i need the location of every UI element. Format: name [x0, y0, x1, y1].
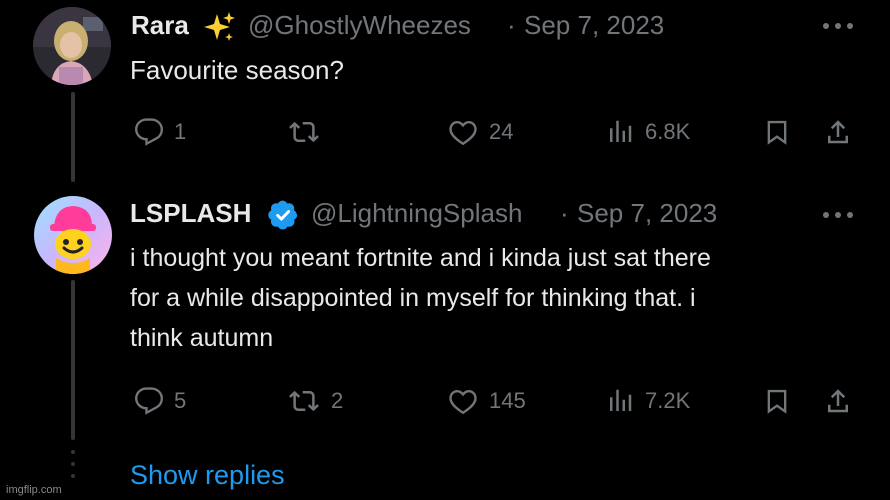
more-icon[interactable] [823, 21, 857, 31]
like-count: 145 [489, 388, 526, 413]
meta-separator: · [507, 10, 516, 40]
reply-count: 1 [174, 119, 187, 144]
views-icon [610, 120, 632, 142]
share-icon [828, 389, 848, 413]
like-icon [449, 120, 477, 146]
share-button[interactable] [823, 386, 853, 416]
reply-button[interactable]: 5 [134, 386, 186, 416]
views-count: 7.2K [645, 388, 691, 413]
avatar[interactable] [34, 196, 112, 274]
thread-ellipsis-dot [71, 450, 75, 454]
retweet-button[interactable]: 2 [287, 386, 343, 416]
verified-badge-icon [267, 199, 299, 231]
retweet-button[interactable] [287, 117, 331, 147]
retweet-icon [289, 390, 319, 412]
avatar[interactable] [33, 7, 111, 85]
bookmark-icon [767, 389, 787, 414]
meta-separator: · [560, 198, 569, 228]
thread-ellipsis-dot [71, 474, 75, 478]
reply-icon [135, 387, 164, 415]
more-icon[interactable] [823, 210, 857, 220]
like-count: 24 [489, 119, 514, 144]
thread-ellipsis-dot [71, 462, 75, 466]
views-button[interactable]: 7.2K [605, 386, 690, 416]
bookmark-button[interactable] [763, 117, 791, 147]
reply-count: 5 [174, 388, 187, 413]
tweet-text: Favourite season? [130, 55, 344, 85]
watermark: imgflip.com [6, 484, 62, 496]
retweet-count: 2 [331, 388, 344, 413]
like-icon [449, 389, 477, 415]
thread-connector [71, 280, 75, 440]
views-icon [610, 389, 632, 411]
show-replies-link[interactable]: Show replies [130, 460, 285, 491]
views-button[interactable]: 6.8K [605, 117, 690, 147]
author-name[interactable]: Rara [131, 10, 189, 41]
thread-connector [71, 92, 75, 182]
views-count: 6.8K [645, 119, 691, 144]
bookmark-icon [767, 120, 787, 145]
like-button[interactable]: 24 [447, 117, 513, 147]
sparkles-icon [201, 10, 237, 46]
like-button[interactable]: 145 [447, 386, 526, 416]
author-handle[interactable]: @LightningSplash [311, 198, 522, 229]
share-button[interactable] [823, 117, 853, 147]
reply-button[interactable]: 1 [134, 117, 186, 147]
retweet-icon [289, 121, 319, 143]
author-handle[interactable]: @GhostlyWheezes [248, 10, 471, 41]
bookmark-button[interactable] [763, 386, 791, 416]
reply-icon [135, 118, 164, 146]
tweet-text: i thought you meant fortnite and i kinda… [130, 244, 711, 352]
tweet-date[interactable]: Sep 7, 2023 [524, 10, 664, 41]
author-name[interactable]: LSPLASH [130, 198, 251, 229]
share-icon [828, 120, 848, 144]
tweet-date[interactable]: Sep 7, 2023 [577, 198, 717, 229]
